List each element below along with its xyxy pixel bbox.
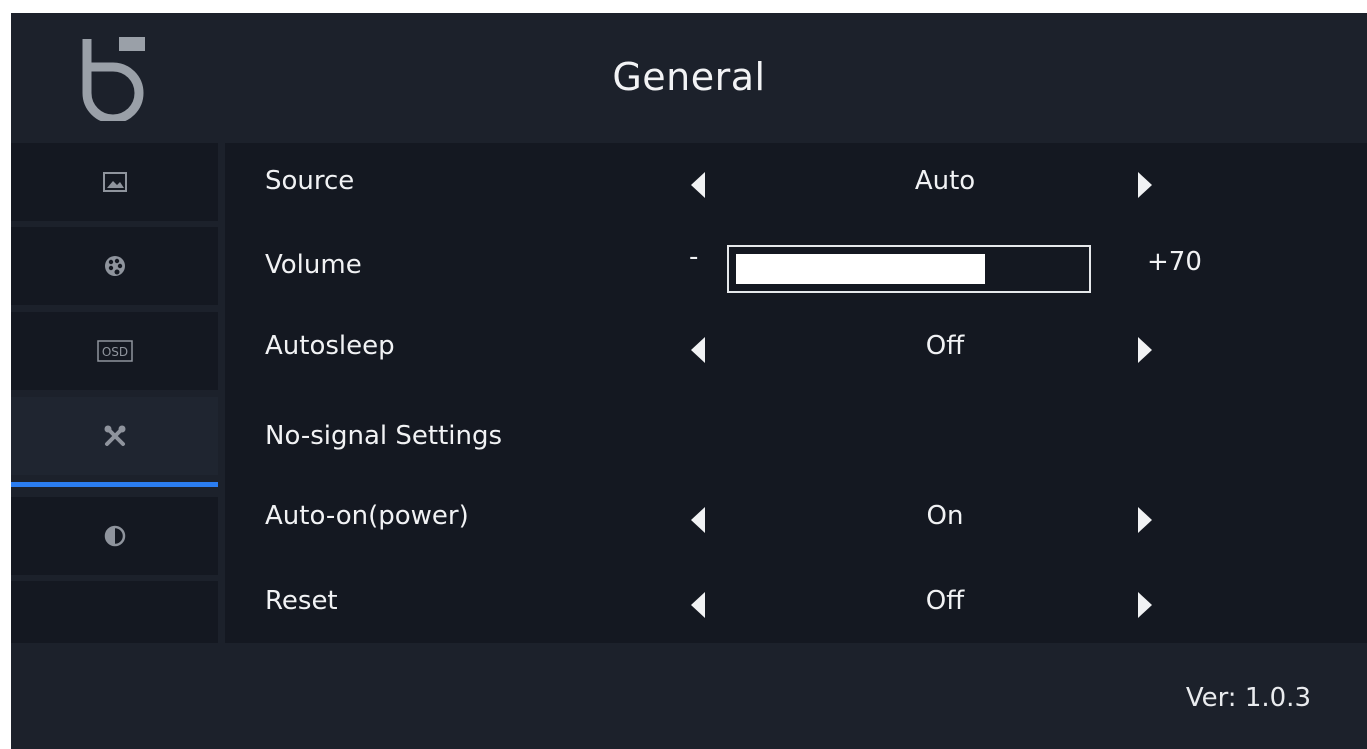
setting-row-auto-on[interactable]: Auto-on(power) On: [225, 478, 1367, 558]
setting-row-no-signal[interactable]: No-signal Settings: [225, 398, 1367, 478]
osd-icon: OSD: [96, 338, 134, 364]
arrow-right-icon[interactable]: [1138, 337, 1152, 363]
picture-icon: [102, 169, 128, 195]
setting-label: Source: [265, 166, 355, 196]
setting-value: Auto: [914, 166, 976, 196]
svg-text:OSD: OSD: [101, 345, 127, 359]
setting-value: On: [926, 501, 964, 531]
version-label: Ver: 1.0.3: [1185, 683, 1311, 713]
arrow-right-icon[interactable]: [1138, 507, 1152, 533]
volume-slider-fill: [736, 254, 986, 284]
sidebar: OSD: [11, 143, 218, 643]
osd-window: General OSD Source Auto Volume - +70 Aut…: [11, 13, 1367, 749]
arrow-left-icon[interactable]: [691, 507, 705, 533]
footer: Ver: 1.0.3: [11, 643, 1367, 749]
sidebar-item-osd[interactable]: OSD: [11, 312, 218, 390]
tools-icon: [102, 423, 128, 449]
setting-row-volume[interactable]: Volume - +70: [225, 227, 1367, 307]
arrow-left-icon[interactable]: [691, 592, 705, 618]
sidebar-item-contrast[interactable]: [11, 497, 218, 575]
arrow-right-icon[interactable]: [1138, 172, 1152, 198]
volume-min-label: -: [689, 242, 699, 272]
setting-value: Off: [925, 586, 965, 616]
arrow-left-icon[interactable]: [691, 337, 705, 363]
setting-label: Autosleep: [265, 331, 395, 361]
palette-icon: [102, 253, 128, 279]
sidebar-item-color[interactable]: [11, 227, 218, 305]
setting-label: No-signal Settings: [265, 421, 503, 451]
setting-row-source[interactable]: Source Auto: [225, 143, 1367, 223]
volume-value: +70: [1147, 247, 1202, 277]
page-title: General: [612, 55, 766, 99]
sidebar-item-picture[interactable]: [11, 143, 218, 221]
setting-row-reset[interactable]: Reset Off: [225, 563, 1367, 643]
active-indicator: [11, 482, 218, 487]
setting-label: Volume: [265, 250, 362, 280]
setting-label: Reset: [265, 586, 338, 616]
header: General: [11, 13, 1367, 143]
setting-row-autosleep[interactable]: Autosleep Off: [225, 308, 1367, 388]
arrow-right-icon[interactable]: [1138, 592, 1152, 618]
setting-value: Off: [925, 331, 965, 361]
arrow-left-icon[interactable]: [691, 172, 705, 198]
sidebar-item-general[interactable]: [11, 397, 218, 475]
setting-label: Auto-on(power): [265, 501, 469, 531]
contrast-icon: [102, 523, 128, 549]
volume-slider[interactable]: [727, 245, 1091, 293]
sidebar-item-empty: [11, 581, 218, 643]
settings-panel: Source Auto Volume - +70 Autosleep Off N…: [225, 143, 1367, 643]
